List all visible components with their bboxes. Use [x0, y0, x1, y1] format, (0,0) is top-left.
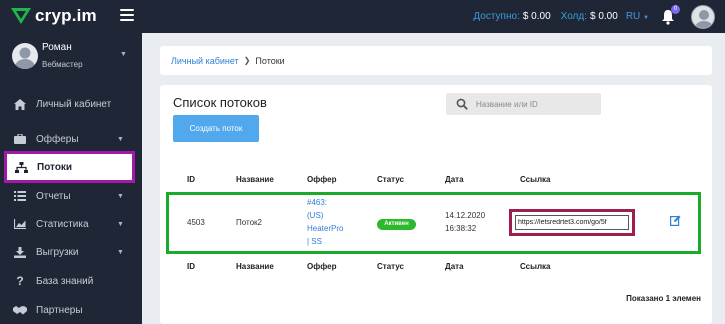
search-input[interactable] [476, 99, 596, 109]
row-id: 4503 [187, 218, 205, 227]
column-header-date[interactable]: Дата [445, 175, 464, 184]
sidebar-item-label: Выгрузки [36, 246, 79, 258]
column-footer-date: Дата [445, 262, 464, 271]
column-header-name[interactable]: Название [236, 175, 274, 184]
column-footer-id: ID [187, 262, 195, 271]
language-select[interactable]: RU ▼ [626, 11, 649, 22]
column-header-status[interactable]: Статус [377, 175, 404, 184]
avatar[interactable] [691, 4, 715, 29]
sidebar-item-exports[interactable]: Выгрузки ▼ [0, 239, 142, 265]
hold-label: Холд: [560, 11, 587, 22]
breadcrumb-link-dashboard[interactable]: Личный кабинет [171, 56, 239, 66]
logo[interactable]: cryp.im [10, 6, 97, 26]
sidebar-item-partners[interactable]: Партнеры [0, 297, 142, 323]
balance-label: Доступно: [473, 11, 520, 22]
sidebar: Роман Вебмастер ▼ Личный кабинет Офферы … [0, 33, 142, 324]
balance-value: $ 0.00 [522, 11, 551, 22]
sidebar-item-statistics[interactable]: Статистика ▼ [0, 211, 142, 237]
download-icon [12, 246, 28, 258]
sidebar-item-label: Партнеры [36, 304, 83, 316]
status-badge: Активен [377, 219, 416, 230]
question-icon: ? [16, 274, 24, 288]
offer-line: #463: [307, 198, 328, 207]
user-name: Роман [42, 42, 72, 53]
chart-icon [12, 219, 28, 229]
handshake-icon [12, 305, 28, 315]
search-box[interactable] [446, 93, 601, 115]
sidebar-item-label: Статистика [36, 218, 89, 230]
notifications-button[interactable]: 0 [661, 4, 680, 25]
search-icon [456, 98, 468, 110]
column-header-id[interactable]: ID [187, 175, 195, 184]
sidebar-item-label: Отчеты [36, 190, 71, 202]
sidebar-item-knowledge-base[interactable]: ? База знаний [0, 268, 142, 294]
notifications-badge: 0 [671, 4, 680, 14]
edit-icon[interactable] [670, 215, 681, 226]
home-icon [12, 98, 28, 110]
row-time: 16:38:32 [445, 224, 477, 233]
pagination-summary: Показано 1 элемен [626, 294, 701, 303]
language-label: RU [625, 11, 641, 22]
sidebar-item-label: Офферы [36, 133, 79, 145]
sidebar-item-label: База знаний [36, 275, 94, 287]
sidebar-item-reports[interactable]: Отчеты ▼ [0, 183, 142, 209]
page-title: Список потоков [173, 95, 267, 110]
user-role: Вебмастер [42, 60, 83, 69]
column-header-link[interactable]: Ссылка [520, 175, 551, 184]
stream-link-field[interactable] [515, 215, 629, 230]
offer-line: HeaterPro [307, 224, 344, 233]
chevron-right-icon: ❯ [243, 56, 251, 65]
row-date: 14.12.2020 [445, 211, 486, 220]
chevron-down-icon[interactable]: ▼ [120, 51, 127, 58]
list-icon [12, 191, 28, 201]
chevron-down-icon: ▼ [117, 192, 124, 200]
column-footer-link: Ссылка [520, 262, 551, 271]
top-bar: cryp.im Доступно: $ 0.00 Холд: $ 0.00 RU… [0, 0, 725, 33]
sidebar-item-label: Личный кабинет [36, 98, 112, 110]
briefcase-icon [12, 134, 28, 144]
breadcrumb-current: Потоки [255, 55, 285, 66]
sidebar-item-dashboard[interactable]: Личный кабинет [0, 91, 142, 117]
hold-value: $ 0.00 [590, 11, 618, 22]
user-profile[interactable]: Роман Вебмастер [12, 42, 83, 69]
column-footer-status: Статус [377, 262, 404, 271]
column-header-offer[interactable]: Оффер [307, 175, 336, 184]
chevron-down-icon: ▼ [643, 15, 649, 21]
column-footer-name: Название [236, 262, 274, 271]
sidebar-item-streams[interactable]: Потоки [4, 151, 135, 183]
sidebar-item-label: Потоки [37, 161, 73, 173]
account-summary: Доступно: $ 0.00 Холд: $ 0.00 RU ▼ 0 [473, 0, 715, 33]
logo-text: cryp.im [35, 6, 97, 25]
offer-line: (US) [307, 211, 324, 220]
offer-line: | SS [307, 237, 322, 246]
menu-icon[interactable] [120, 9, 134, 21]
user-avatar [12, 42, 38, 69]
sidebar-item-offers[interactable]: Офферы ▼ [0, 126, 142, 152]
create-stream-button[interactable]: Создать поток [173, 115, 259, 142]
chevron-down-icon: ▼ [117, 220, 124, 228]
row-name: Поток2 [236, 218, 262, 227]
chevron-down-icon: ▼ [117, 135, 124, 143]
chevron-down-icon: ▼ [117, 248, 124, 256]
column-footer-offer: Оффер [307, 262, 337, 271]
streams-card: Список потоков Создать поток ID Название… [160, 85, 712, 324]
logo-icon [11, 8, 31, 24]
sitemap-icon [13, 161, 29, 173]
breadcrumb: Личный кабинет ❯ Потоки [160, 46, 712, 75]
row-link-highlight [509, 209, 635, 236]
